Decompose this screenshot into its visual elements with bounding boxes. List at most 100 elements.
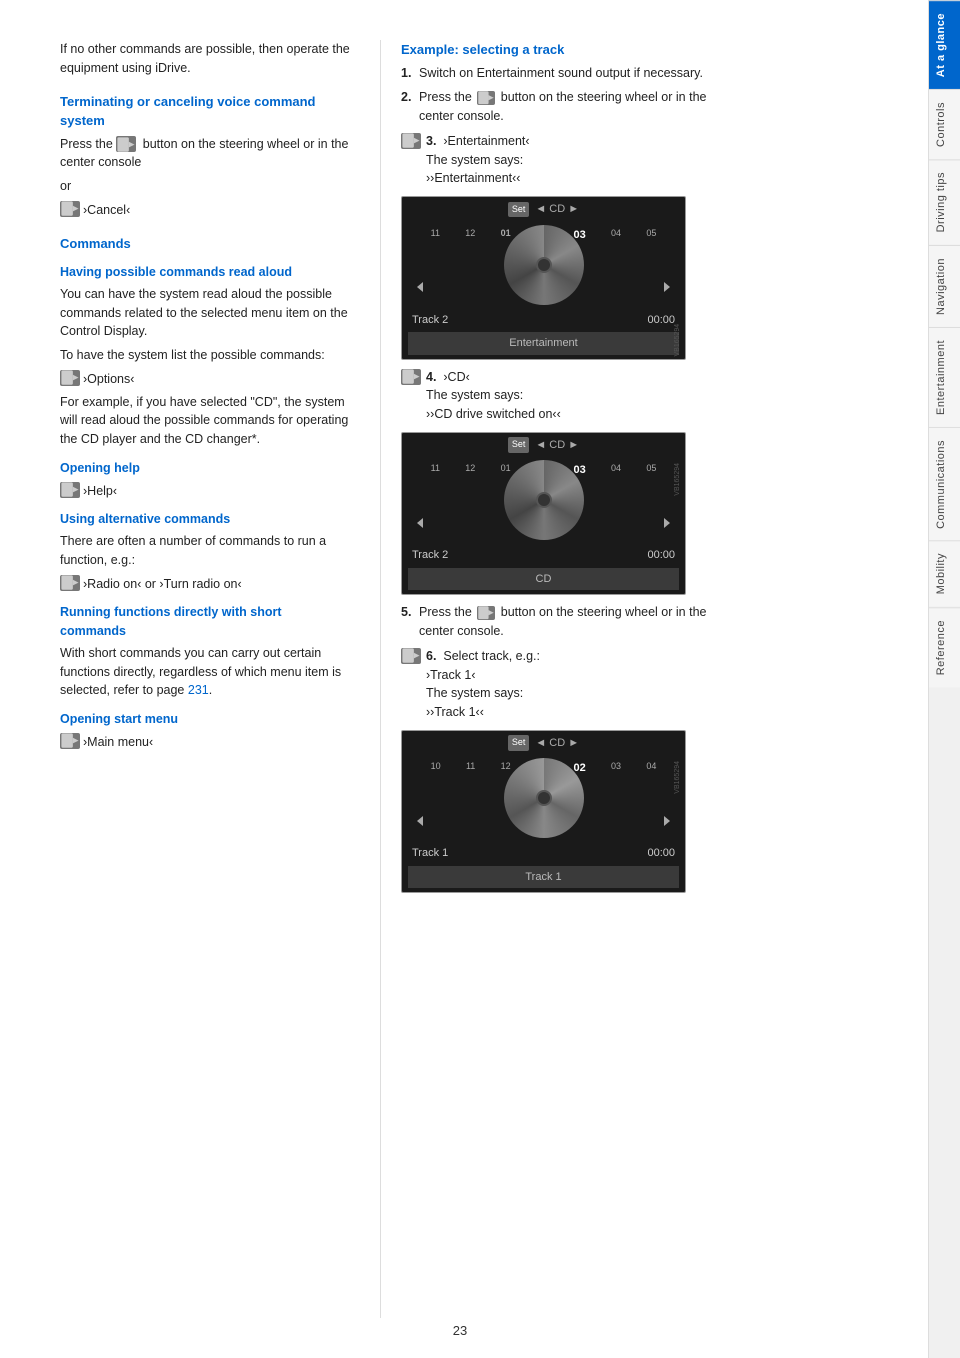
step-2-num: 2. bbox=[401, 88, 419, 107]
step-4-content: 4. ›CD‹ The system says: ››CD drive swit… bbox=[426, 368, 561, 424]
arrow-left-3 bbox=[413, 814, 427, 834]
step-6-mic bbox=[401, 648, 421, 664]
main-menu-mic-icon bbox=[60, 733, 80, 749]
disc-circle-1 bbox=[504, 225, 584, 305]
step-6-cmd: ›Track 1‹ bbox=[426, 668, 476, 682]
page-num-text: 23 bbox=[453, 1323, 467, 1338]
step-4-mic bbox=[401, 369, 421, 385]
screen2-footer: Track 2 00:00 bbox=[408, 545, 679, 566]
tn2-11: 11 bbox=[431, 462, 440, 476]
step-6-text: Select track, e.g.: bbox=[443, 649, 540, 663]
step-6-num: 6. bbox=[426, 649, 440, 663]
page-ref-link[interactable]: 231 bbox=[188, 683, 209, 697]
step-2-btn-icon bbox=[477, 91, 495, 105]
options-command: ›Options‹ bbox=[60, 370, 350, 389]
step-2-text: Press the button on the steering wheel o… bbox=[419, 88, 721, 126]
step-5-btn-icon bbox=[477, 606, 495, 620]
step-3-row: 3. ›Entertainment‹ The system says: ››En… bbox=[401, 132, 721, 188]
step-5-press: Press the bbox=[419, 605, 472, 619]
main-content: If no other commands are possible, then … bbox=[0, 0, 928, 1358]
set-btn-1: Set bbox=[508, 202, 530, 218]
step-6-says: The system says: bbox=[426, 686, 523, 700]
screen2-time: 00:00 bbox=[647, 547, 675, 564]
screen3-time: 00:00 bbox=[647, 845, 675, 862]
step-1-num: 1. bbox=[401, 64, 419, 83]
options-cmd-text: ›Options‹ bbox=[83, 370, 134, 389]
tn-05: 05 bbox=[646, 227, 656, 241]
sidebar-tab-mobility[interactable]: Mobility bbox=[929, 540, 960, 606]
opening-help-heading: Opening help bbox=[60, 459, 350, 478]
cd-screen1-header: Set ◄ CD ► bbox=[408, 201, 679, 218]
sidebar-tab-reference[interactable]: Reference bbox=[929, 607, 960, 687]
tn3-10: 10 bbox=[431, 760, 441, 774]
screen3-label: Track 1 bbox=[408, 866, 679, 889]
tn2-01: 01 bbox=[501, 462, 511, 476]
period: . bbox=[209, 683, 212, 697]
step-3-content: 3. ›Entertainment‹ The system says: ››En… bbox=[426, 132, 530, 188]
cd-screen-3: Set ◄ CD ► 10 11 12 01 02 03 04 bbox=[401, 730, 686, 894]
cd-screen-2: Set ◄ CD ► 11 12 01 02 03 04 05 bbox=[401, 432, 686, 596]
sidebar-tab-navigation[interactable]: Navigation bbox=[929, 245, 960, 327]
disc-3: 10 11 12 01 02 03 04 bbox=[408, 753, 679, 843]
disc-center-2 bbox=[536, 492, 552, 508]
step-5: 5. Press the button on the steering whee… bbox=[401, 603, 721, 641]
cancel-mic-icon bbox=[60, 201, 80, 217]
step-4-cmd: ›CD‹ bbox=[443, 370, 469, 384]
step-4-num: 4. bbox=[426, 370, 440, 384]
tn3-03: 03 bbox=[611, 760, 621, 774]
step-3-says: The system says: bbox=[426, 153, 523, 167]
sidebar-tab-entertainment[interactable]: Entertainment bbox=[929, 327, 960, 427]
disc-circle-2 bbox=[504, 460, 584, 540]
set-btn-3: Set bbox=[508, 735, 530, 751]
step-3-cmd: ›Entertainment‹ bbox=[443, 134, 529, 148]
intro-text: If no other commands are possible, then … bbox=[60, 40, 350, 78]
screen1-track: Track 2 bbox=[412, 312, 448, 329]
left-column: If no other commands are possible, then … bbox=[60, 40, 370, 1318]
arrow-right-1 bbox=[660, 280, 674, 300]
step-3-num: 3. bbox=[426, 134, 440, 148]
step-1: 1. Switch on Entertainment sound output … bbox=[401, 64, 721, 83]
cancel-cmd-text: ›Cancel‹ bbox=[83, 201, 130, 220]
page-container: If no other commands are possible, then … bbox=[0, 0, 960, 1358]
disc-circle-3 bbox=[504, 758, 584, 838]
short-commands-text: With short commands you can carry out ce… bbox=[60, 644, 350, 700]
step-4-says: The system says: bbox=[426, 388, 523, 402]
sidebar-tab-communications[interactable]: Communications bbox=[929, 427, 960, 541]
step-4-resp: ››CD drive switched on‹‹ bbox=[426, 407, 561, 421]
tn-11: 11 bbox=[431, 227, 440, 241]
sidebar-tab-driving-tips[interactable]: Driving tips bbox=[929, 159, 960, 244]
step-6-content: 6. Select track, e.g.: ›Track 1‹ The sys… bbox=[426, 647, 540, 722]
cd-screen-1: Set ◄ CD ► 11 12 01 02 03 04 05 bbox=[401, 196, 686, 360]
cd-example-text: For example, if you have selected "CD", … bbox=[60, 393, 350, 449]
cd-arrows-3: ◄ CD ► bbox=[535, 735, 579, 752]
tn2-12: 12 bbox=[465, 462, 475, 476]
tn2-05: 05 bbox=[646, 462, 656, 476]
screen3-footer: Track 1 00:00 bbox=[408, 843, 679, 864]
screen1-label: Entertainment bbox=[408, 332, 679, 355]
asterisk: *. bbox=[252, 432, 260, 446]
tn-01: 01 bbox=[501, 227, 511, 241]
options-mic-icon bbox=[60, 370, 80, 386]
watermark-1: VB165294 bbox=[673, 227, 684, 357]
screen2-label: CD bbox=[408, 568, 679, 591]
screen1-time: 00:00 bbox=[647, 312, 675, 329]
tn3-12: 12 bbox=[501, 760, 511, 774]
short-commands-heading: Running functions directly with short co… bbox=[60, 603, 350, 641]
step-2: 2. Press the button on the steering whee… bbox=[401, 88, 721, 126]
arrow-right-3 bbox=[660, 814, 674, 834]
button-icon-1 bbox=[116, 136, 136, 152]
tn-12: 12 bbox=[465, 227, 475, 241]
commands-heading: Commands bbox=[60, 234, 350, 254]
alt-commands-text: There are often a number of commands to … bbox=[60, 532, 350, 570]
right-column: Example: selecting a track 1. Switch on … bbox=[391, 40, 721, 1318]
help-cmd-text: ›Help‹ bbox=[83, 482, 117, 501]
sidebar-tab-controls[interactable]: Controls bbox=[929, 89, 960, 159]
tn3-11: 11 bbox=[466, 760, 475, 774]
step-5-num: 5. bbox=[401, 603, 419, 622]
step-1-text: Switch on Entertainment sound output if … bbox=[419, 64, 721, 83]
disc-2: 11 12 01 02 03 04 05 bbox=[408, 455, 679, 545]
disc-center-3 bbox=[536, 790, 552, 806]
cancel-command: ›Cancel‹ bbox=[60, 201, 350, 220]
step-3-resp: ››Entertainment‹‹ bbox=[426, 171, 520, 185]
sidebar-tab-at-a-glance[interactable]: At a glance bbox=[929, 0, 960, 89]
